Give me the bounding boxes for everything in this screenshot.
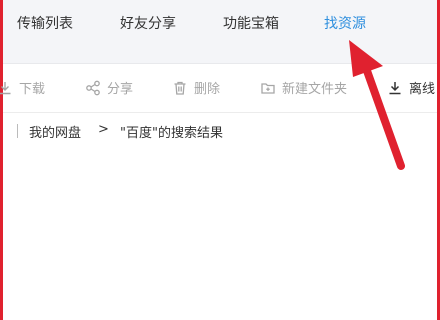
new-folder-button[interactable]: 新建文件夹 <box>260 78 347 97</box>
download-button[interactable]: 下载 <box>0 78 45 97</box>
nav-transfer-list[interactable]: 传输列表 <box>17 13 73 33</box>
nav-find-resources[interactable]: 找资源 <box>324 13 366 33</box>
delete-button[interactable]: 删除 <box>172 78 220 97</box>
top-navigation: 传输列表 好友分享 功能宝箱 找资源 <box>3 0 437 64</box>
toolbar: 下载 分享 删除 新建文件夹 离线 <box>0 64 437 113</box>
share-icon <box>86 80 100 95</box>
nav-feature-box[interactable]: 功能宝箱 <box>223 13 279 33</box>
offline-label: 离线 <box>409 82 436 97</box>
download-label: 下载 <box>19 82 46 97</box>
new-folder-icon <box>261 82 275 94</box>
breadcrumb: 我的网盘 > "百度"的搜索结果 <box>3 113 437 149</box>
offline-download-icon <box>389 81 401 94</box>
share-button[interactable]: 分享 <box>85 78 133 97</box>
offline-download-button[interactable]: 离线 <box>387 78 435 97</box>
divider <box>17 124 18 138</box>
trash-icon <box>174 81 186 95</box>
new-folder-label: 新建文件夹 <box>282 82 348 97</box>
nav-friend-share[interactable]: 好友分享 <box>120 13 176 33</box>
breadcrumb-root[interactable]: 我的网盘 <box>29 122 81 141</box>
breadcrumb-separator: > <box>98 122 109 137</box>
download-icon <box>0 81 11 94</box>
breadcrumb-current: "百度"的搜索结果 <box>120 126 223 141</box>
share-label: 分享 <box>107 82 134 97</box>
delete-label: 删除 <box>194 82 221 97</box>
file-list-area <box>3 149 437 320</box>
